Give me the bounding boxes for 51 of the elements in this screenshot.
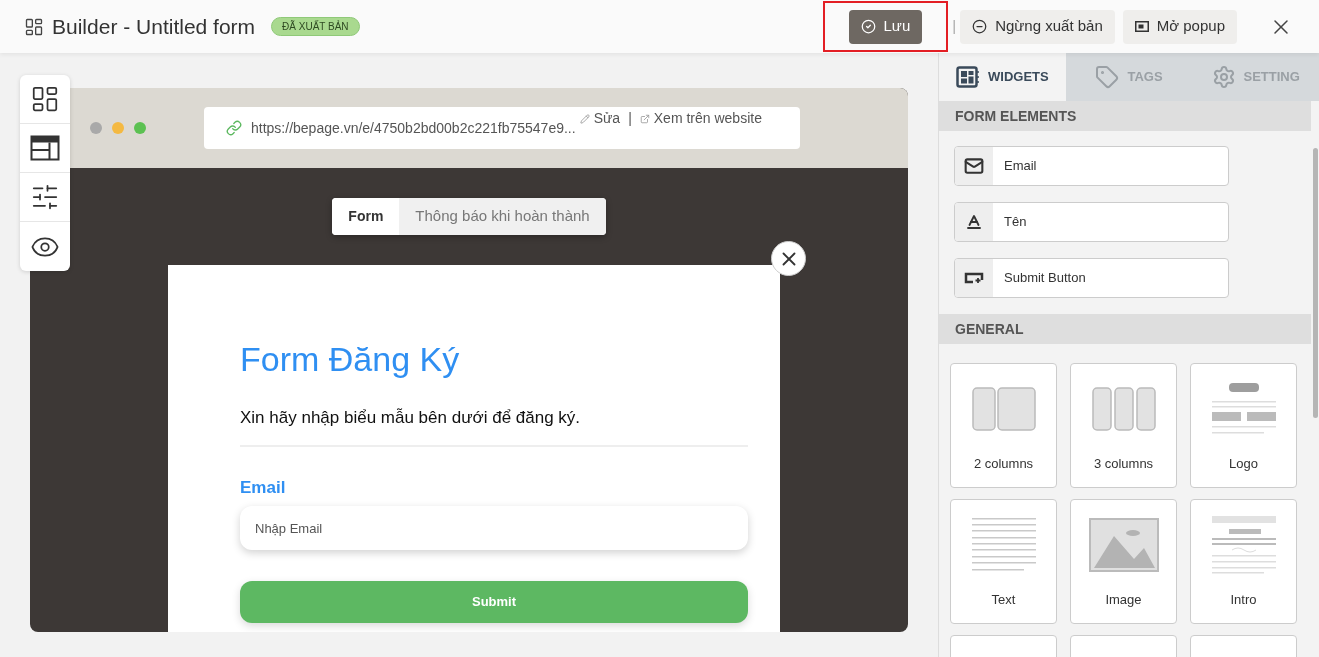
settings-icon [1211, 65, 1236, 89]
layout-icon [30, 135, 60, 161]
widget-card[interactable]: 2 columns [950, 363, 1057, 488]
separator: | [628, 110, 632, 126]
widget-card[interactable]: 3 columns [1070, 363, 1177, 488]
preview-tab[interactable]: Form [332, 198, 400, 235]
widget-card[interactable]: Logo [1190, 363, 1297, 488]
unpublish-button[interactable]: Ngừng xuất bản [960, 9, 1115, 44]
form-element-item[interactable]: Email [954, 146, 1229, 186]
intro-layout-icon [1211, 515, 1276, 574]
email-label: Email [240, 476, 287, 499]
close-popup-button[interactable] [771, 241, 806, 276]
envelope-icon [964, 156, 984, 176]
two-columns-icon [971, 386, 1036, 431]
check-circle-icon [860, 19, 876, 34]
link-icon [226, 120, 242, 136]
panel-tab[interactable]: WIDGETS [939, 53, 1066, 101]
section-header: GENERAL [939, 314, 1311, 344]
save-button[interactable]: Lưu [848, 9, 923, 44]
url-text: https://bepage.vn/e/4750b2bd00b2c221fb75547e9... [251, 118, 576, 138]
section-header: FORM ELEMENTS [939, 101, 1311, 131]
form-element-item[interactable]: Submit Button [954, 258, 1229, 298]
widgets-icon [956, 66, 980, 88]
view-on-website-link[interactable]: Xem trên website [653, 110, 762, 126]
separator: | [952, 16, 957, 37]
preview-tab[interactable]: Thông báo khi hoàn thành [399, 198, 606, 235]
edit-link[interactable]: Sửa [593, 110, 621, 126]
image-icon [1088, 517, 1159, 572]
email-input[interactable]: Nhập Email [240, 506, 748, 550]
pencil-icon [579, 114, 590, 125]
popup-window-icon [1134, 21, 1149, 32]
text-underline-icon [965, 213, 983, 231]
sliders-icon [30, 182, 60, 212]
external-link-icon [639, 114, 650, 125]
status-badge: ĐÃ XUẤT BẢN [271, 17, 360, 36]
logo-layout-icon [1211, 382, 1276, 435]
grid-icon [24, 16, 44, 37]
button-cursor-icon [964, 272, 984, 284]
widget-card[interactable]: Text [950, 499, 1057, 624]
widget-card[interactable]: Image [1070, 499, 1177, 624]
widget-card[interactable]: Intro [1190, 499, 1297, 624]
text-lines-icon [971, 517, 1036, 572]
minus-circle-icon [972, 19, 988, 34]
open-popup-button[interactable]: Mở popup [1122, 9, 1237, 44]
form-title: Form Đăng Ký [240, 339, 461, 380]
grid-icon [30, 84, 60, 114]
form-description: Xin hãy nhập biểu mẫu bên dưới để đăng ký. [240, 407, 582, 429]
tag-icon [1095, 65, 1120, 89]
form-element-item[interactable]: Tên [954, 202, 1229, 242]
page-title: Builder - Untitled form [52, 13, 256, 40]
three-columns-icon [1091, 386, 1156, 431]
